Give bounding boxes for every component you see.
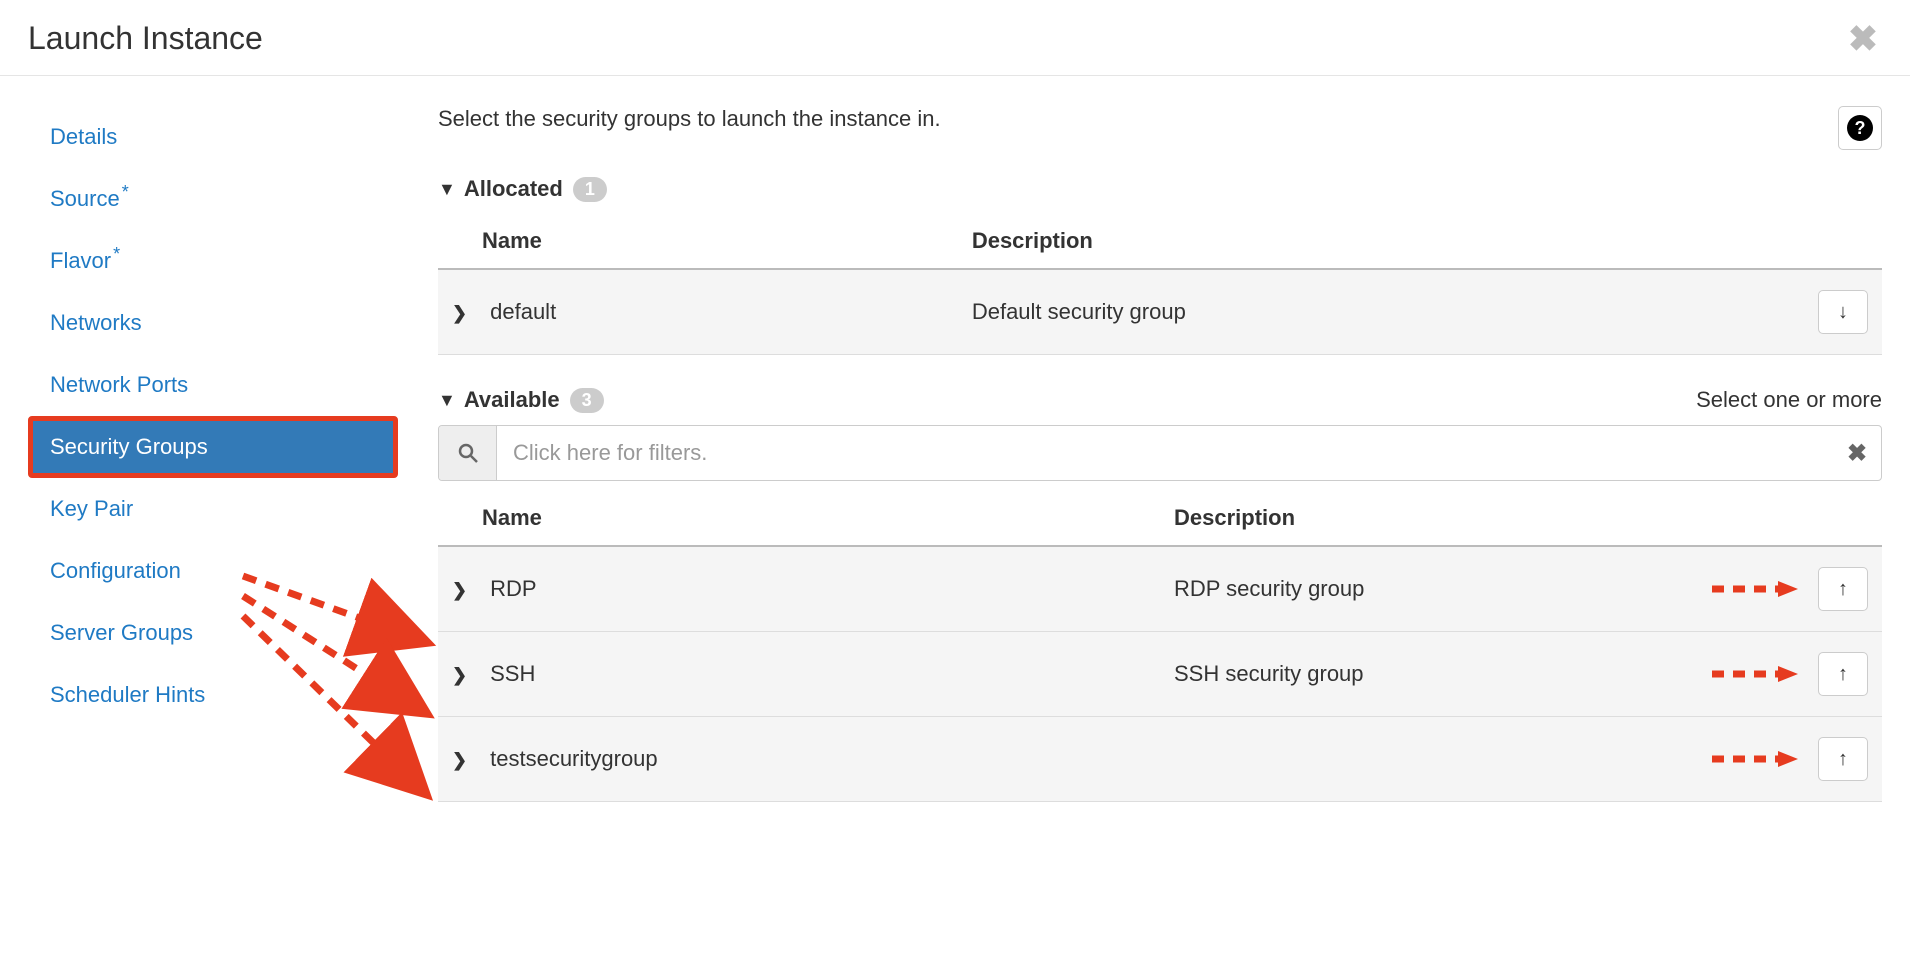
allocate-button[interactable]: ↑ bbox=[1818, 567, 1868, 611]
sg-description: Default security group bbox=[958, 269, 1802, 355]
allocated-header[interactable]: ▼ Allocated 1 bbox=[438, 170, 1882, 214]
arrow-up-icon: ↑ bbox=[1838, 663, 1848, 686]
annotation-pointer-icon bbox=[1712, 749, 1800, 769]
required-asterisk-icon: * bbox=[122, 182, 129, 202]
arrow-up-icon: ↑ bbox=[1838, 578, 1848, 601]
sg-name: RDP bbox=[490, 576, 536, 601]
chevron-right-icon[interactable]: ❯ bbox=[452, 750, 470, 771]
sg-description bbox=[1160, 717, 1698, 802]
sidebar-item-label: Networks bbox=[50, 310, 142, 335]
col-description: Description bbox=[958, 214, 1802, 269]
chevron-down-icon: ▼ bbox=[438, 390, 456, 411]
help-button[interactable]: ? bbox=[1838, 106, 1882, 150]
allocate-button[interactable]: ↑ bbox=[1818, 652, 1868, 696]
required-asterisk-icon: * bbox=[113, 244, 120, 264]
sidebar-item-source[interactable]: Source* bbox=[28, 168, 398, 230]
sidebar-item-security-groups[interactable]: Security Groups bbox=[28, 416, 398, 478]
close-icon[interactable]: ✖ bbox=[1848, 21, 1882, 57]
available-hint: Select one or more bbox=[1696, 387, 1882, 413]
sidebar-item-label: Source bbox=[50, 186, 120, 211]
sidebar-item-label: Network Ports bbox=[50, 372, 188, 397]
chevron-right-icon[interactable]: ❯ bbox=[452, 303, 470, 324]
col-name: Name bbox=[438, 214, 958, 269]
modal-title: Launch Instance bbox=[28, 20, 263, 57]
wizard-sidebar: Details Source* Flavor* Networks Network… bbox=[28, 106, 398, 802]
table-row: ❯ default Default security group ↓ bbox=[438, 269, 1882, 355]
clear-filter-icon[interactable]: ✖ bbox=[1833, 426, 1881, 480]
sidebar-item-server-groups[interactable]: Server Groups bbox=[28, 602, 398, 664]
sg-name: SSH bbox=[490, 661, 535, 686]
deallocate-button[interactable]: ↓ bbox=[1818, 290, 1868, 334]
annotation-pointer-icon bbox=[1712, 664, 1800, 684]
sidebar-item-details[interactable]: Details bbox=[28, 106, 398, 168]
chevron-right-icon[interactable]: ❯ bbox=[452, 665, 470, 686]
sidebar-item-label: Server Groups bbox=[50, 620, 193, 645]
help-icon: ? bbox=[1847, 115, 1873, 141]
sg-description: SSH security group bbox=[1160, 632, 1698, 717]
available-label: Available bbox=[464, 387, 560, 413]
sidebar-item-label: Security Groups bbox=[50, 434, 208, 459]
table-row: ❯ SSH SSH security group bbox=[438, 632, 1882, 717]
allocated-count-badge: 1 bbox=[573, 177, 607, 202]
available-count-badge: 3 bbox=[570, 388, 604, 413]
chevron-right-icon[interactable]: ❯ bbox=[452, 580, 470, 601]
sidebar-item-label: Details bbox=[50, 124, 117, 149]
allocated-table: Name Description ❯ default Default secur… bbox=[438, 214, 1882, 355]
sidebar-item-label: Scheduler Hints bbox=[50, 682, 205, 707]
annotation-pointer-icon bbox=[1712, 579, 1800, 599]
sg-name: testsecuritygroup bbox=[490, 746, 658, 771]
sidebar-item-configuration[interactable]: Configuration bbox=[28, 540, 398, 602]
col-name: Name bbox=[438, 491, 1160, 546]
sidebar-item-scheduler-hints[interactable]: Scheduler Hints bbox=[28, 664, 398, 726]
arrow-up-icon: ↑ bbox=[1838, 748, 1848, 771]
allocated-label: Allocated bbox=[464, 176, 563, 202]
allocate-button[interactable]: ↑ bbox=[1818, 737, 1868, 781]
search-icon[interactable] bbox=[439, 426, 497, 480]
sidebar-item-label: Flavor bbox=[50, 248, 111, 273]
main-panel: Select the security groups to launch the… bbox=[438, 106, 1882, 802]
available-header[interactable]: ▼ Available 3 Select one or more bbox=[438, 381, 1882, 425]
modal-header: Launch Instance ✖ bbox=[0, 0, 1910, 76]
filter-input[interactable] bbox=[497, 426, 1833, 480]
sidebar-item-label: Configuration bbox=[50, 558, 181, 583]
chevron-down-icon: ▼ bbox=[438, 179, 456, 200]
table-row: ❯ RDP RDP security group bbox=[438, 546, 1882, 632]
sg-name: default bbox=[490, 299, 556, 324]
col-description: Description bbox=[1160, 491, 1698, 546]
table-row: ❯ testsecuritygroup bbox=[438, 717, 1882, 802]
sidebar-item-label: Key Pair bbox=[50, 496, 133, 521]
sidebar-item-flavor[interactable]: Flavor* bbox=[28, 230, 398, 292]
arrow-down-icon: ↓ bbox=[1838, 301, 1848, 324]
sg-description: RDP security group bbox=[1160, 546, 1698, 632]
sidebar-item-key-pair[interactable]: Key Pair bbox=[28, 478, 398, 540]
sidebar-item-network-ports[interactable]: Network Ports bbox=[28, 354, 398, 416]
filter-bar: ✖ bbox=[438, 425, 1882, 481]
launch-instance-modal: Launch Instance ✖ Details Source* Flavor… bbox=[0, 0, 1910, 812]
sidebar-item-networks[interactable]: Networks bbox=[28, 292, 398, 354]
available-table: Name Description ❯ RDP RDP security grou… bbox=[438, 491, 1882, 802]
panel-description: Select the security groups to launch the… bbox=[438, 106, 941, 132]
